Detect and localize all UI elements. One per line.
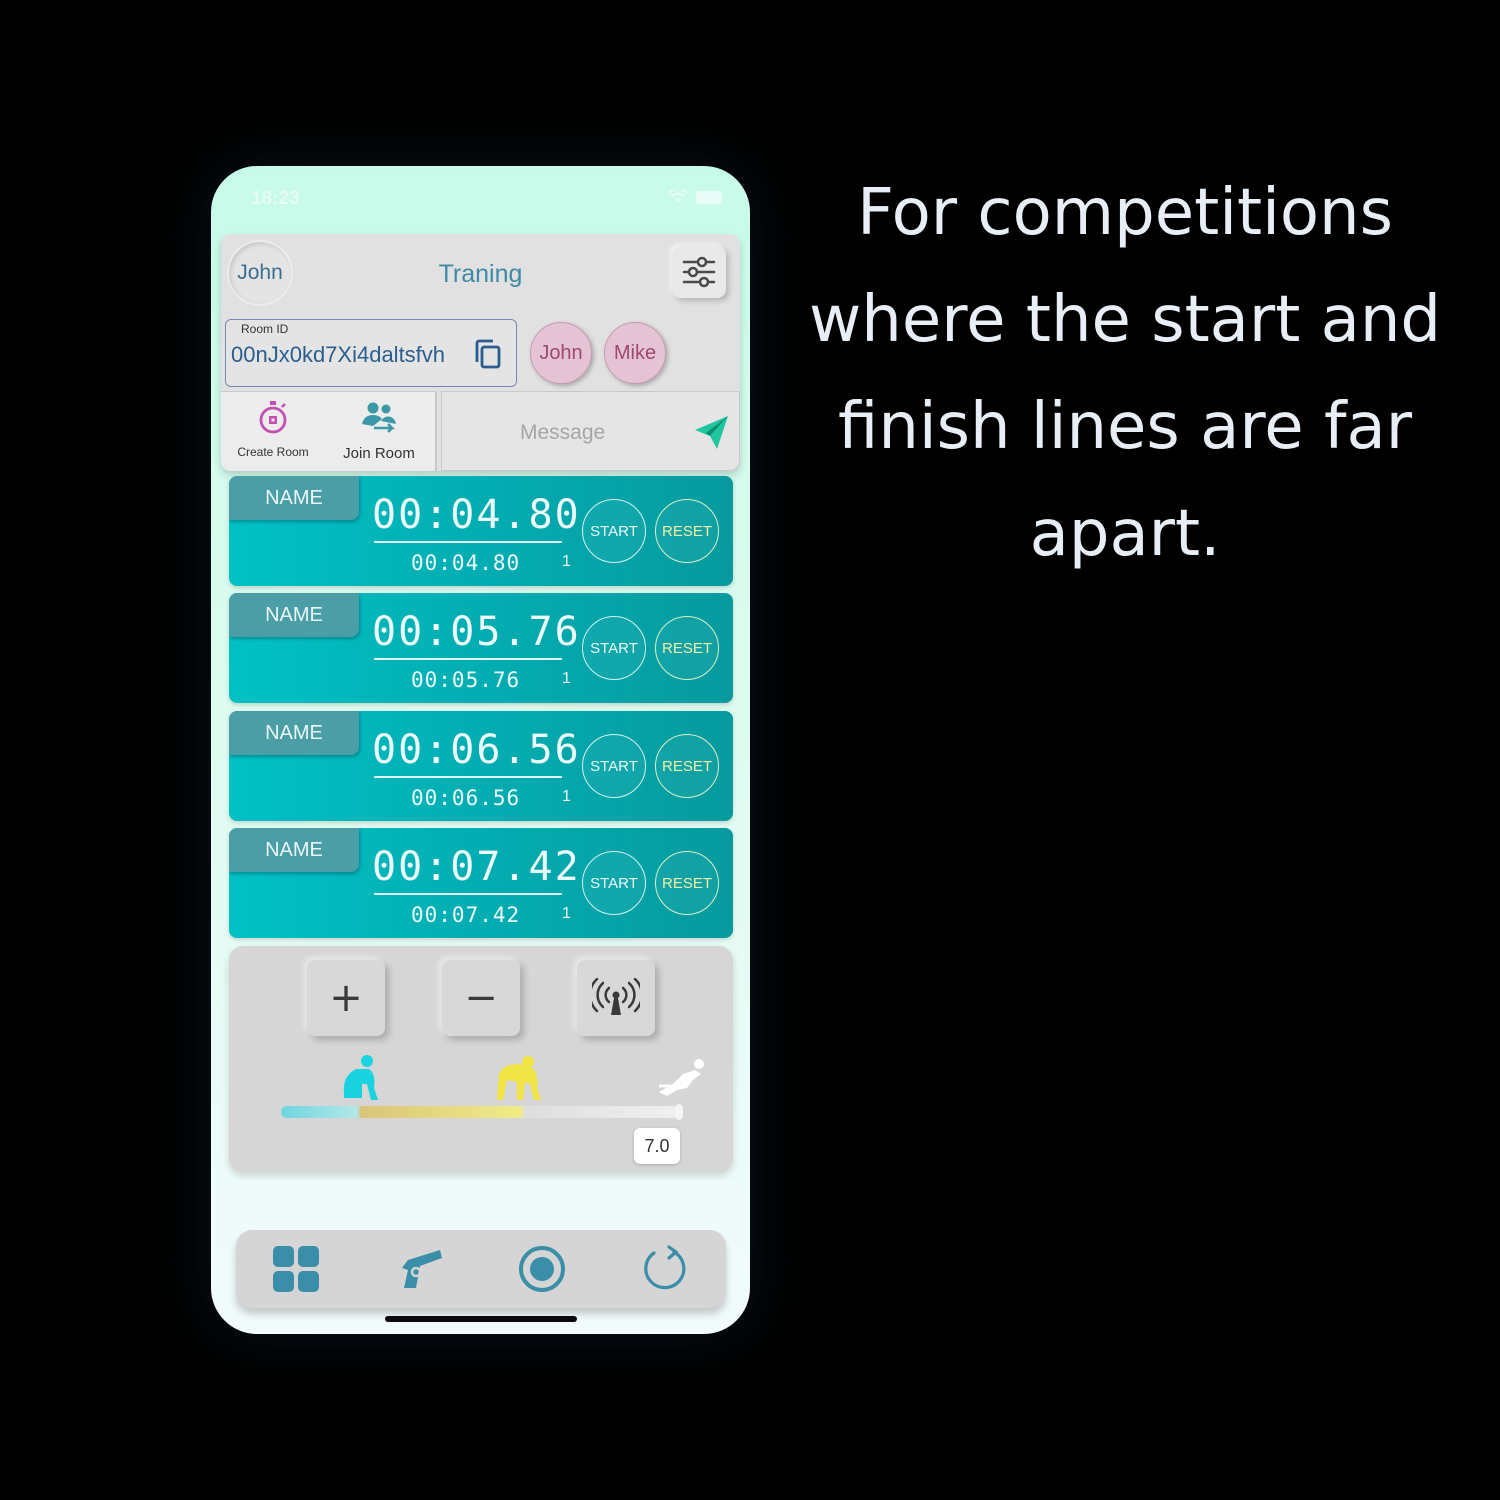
start-button[interactable]: START [582, 616, 646, 680]
refresh-icon[interactable] [640, 1244, 690, 1294]
promo-caption: For competitions where the start and fin… [808, 176, 1442, 571]
runner-go-icon [659, 1059, 704, 1096]
sliders-icon [682, 256, 716, 288]
slider-thumb[interactable] [675, 1104, 683, 1120]
timer-card: NAME 00:06.56 00:06.56 1 START RESET [229, 711, 733, 821]
main-time: 00:06.56 [372, 727, 581, 773]
room-id-label: Room ID [241, 322, 289, 336]
join-room-button[interactable]: Join Room [333, 400, 425, 462]
timer-card: NAME 00:04.80 00:04.80 1 START RESET [229, 476, 733, 586]
split-time: 00:04.80 [411, 551, 521, 575]
runner-name-field[interactable]: NAME [229, 593, 359, 637]
stopwatch-icon [259, 401, 287, 434]
wifi-icon [668, 190, 688, 203]
time-divider [374, 541, 562, 543]
room-id-value: 00nJx0kd7Xi4daltsfvh [231, 342, 446, 367]
settings-button[interactable] [672, 246, 726, 298]
add-timer-button[interactable]: + [307, 960, 385, 1036]
lap-count: 1 [562, 905, 571, 922]
join-people-icon [362, 402, 396, 433]
start-button[interactable]: START [582, 734, 646, 798]
room-actions: Create Room Join Room [221, 391, 437, 471]
send-icon[interactable] [691, 412, 731, 452]
timer-card: NAME 00:05.76 00:05.76 1 START RESET [229, 593, 733, 703]
record-icon[interactable] [517, 1244, 567, 1294]
split-time: 00:06.56 [411, 786, 521, 810]
reset-button[interactable]: RESET [655, 851, 719, 915]
copy-icon[interactable] [472, 338, 504, 370]
split-time: 00:07.42 [411, 903, 521, 927]
header-card: John Traning Room ID 00nJx0kd7Xi4daltsfv… [221, 234, 740, 471]
battery-icon [696, 190, 722, 204]
broadcast-icon [592, 978, 640, 1015]
message-placeholder: Message [520, 421, 606, 444]
main-time: 00:07.42 [372, 844, 581, 890]
join-room-label: Join Room [343, 445, 415, 462]
runner-name-field[interactable]: NAME [229, 476, 359, 520]
room-id-field[interactable]: Room ID 00nJx0kd7Xi4daltsfvh [225, 319, 517, 387]
grid-icon[interactable] [271, 1244, 321, 1294]
control-panel: + − 7.0 [229, 946, 733, 1172]
slider-value: 7.0 [634, 1128, 680, 1164]
reset-button[interactable]: RESET [655, 499, 719, 563]
reset-button[interactable]: RESET [655, 734, 719, 798]
create-room-button[interactable]: Create Room [229, 400, 317, 459]
timer-card: NAME 00:07.42 00:07.42 1 START RESET [229, 828, 733, 938]
lap-count: 1 [562, 553, 571, 570]
lap-count: 1 [562, 670, 571, 687]
phone-screen: 18:23 John Traning Room ID 00nJx0kd7Xi4d… [211, 166, 750, 1334]
participant-chip-mike[interactable]: Mike [604, 322, 666, 384]
main-time: 00:05.76 [372, 609, 581, 655]
runner-ready-icon [497, 1056, 541, 1100]
broadcast-button[interactable] [577, 960, 655, 1036]
status-time: 18:23 [251, 188, 300, 209]
remove-timer-button[interactable]: − [442, 960, 520, 1036]
start-button[interactable]: START [582, 851, 646, 915]
time-divider [374, 658, 562, 660]
participant-chip-john[interactable]: John [530, 322, 592, 384]
runner-name-field[interactable]: NAME [229, 711, 359, 755]
runner-name-field[interactable]: NAME [229, 828, 359, 872]
runner-set-icon [343, 1055, 378, 1100]
main-time: 00:04.80 [372, 492, 581, 538]
lap-count: 1 [562, 788, 571, 805]
status-icons [668, 190, 722, 204]
split-time: 00:05.76 [411, 668, 521, 692]
bottom-tab-bar [236, 1230, 726, 1308]
page-title: Traning [438, 260, 523, 288]
starter-pistol-icon[interactable] [394, 1244, 444, 1294]
reset-button[interactable]: RESET [655, 616, 719, 680]
message-input[interactable]: Message [441, 391, 740, 471]
start-button[interactable]: START [582, 499, 646, 563]
time-divider [374, 893, 562, 895]
time-divider [374, 776, 562, 778]
create-room-label: Create Room [237, 445, 309, 459]
delay-slider[interactable] [281, 1106, 681, 1118]
home-indicator [385, 1316, 577, 1322]
